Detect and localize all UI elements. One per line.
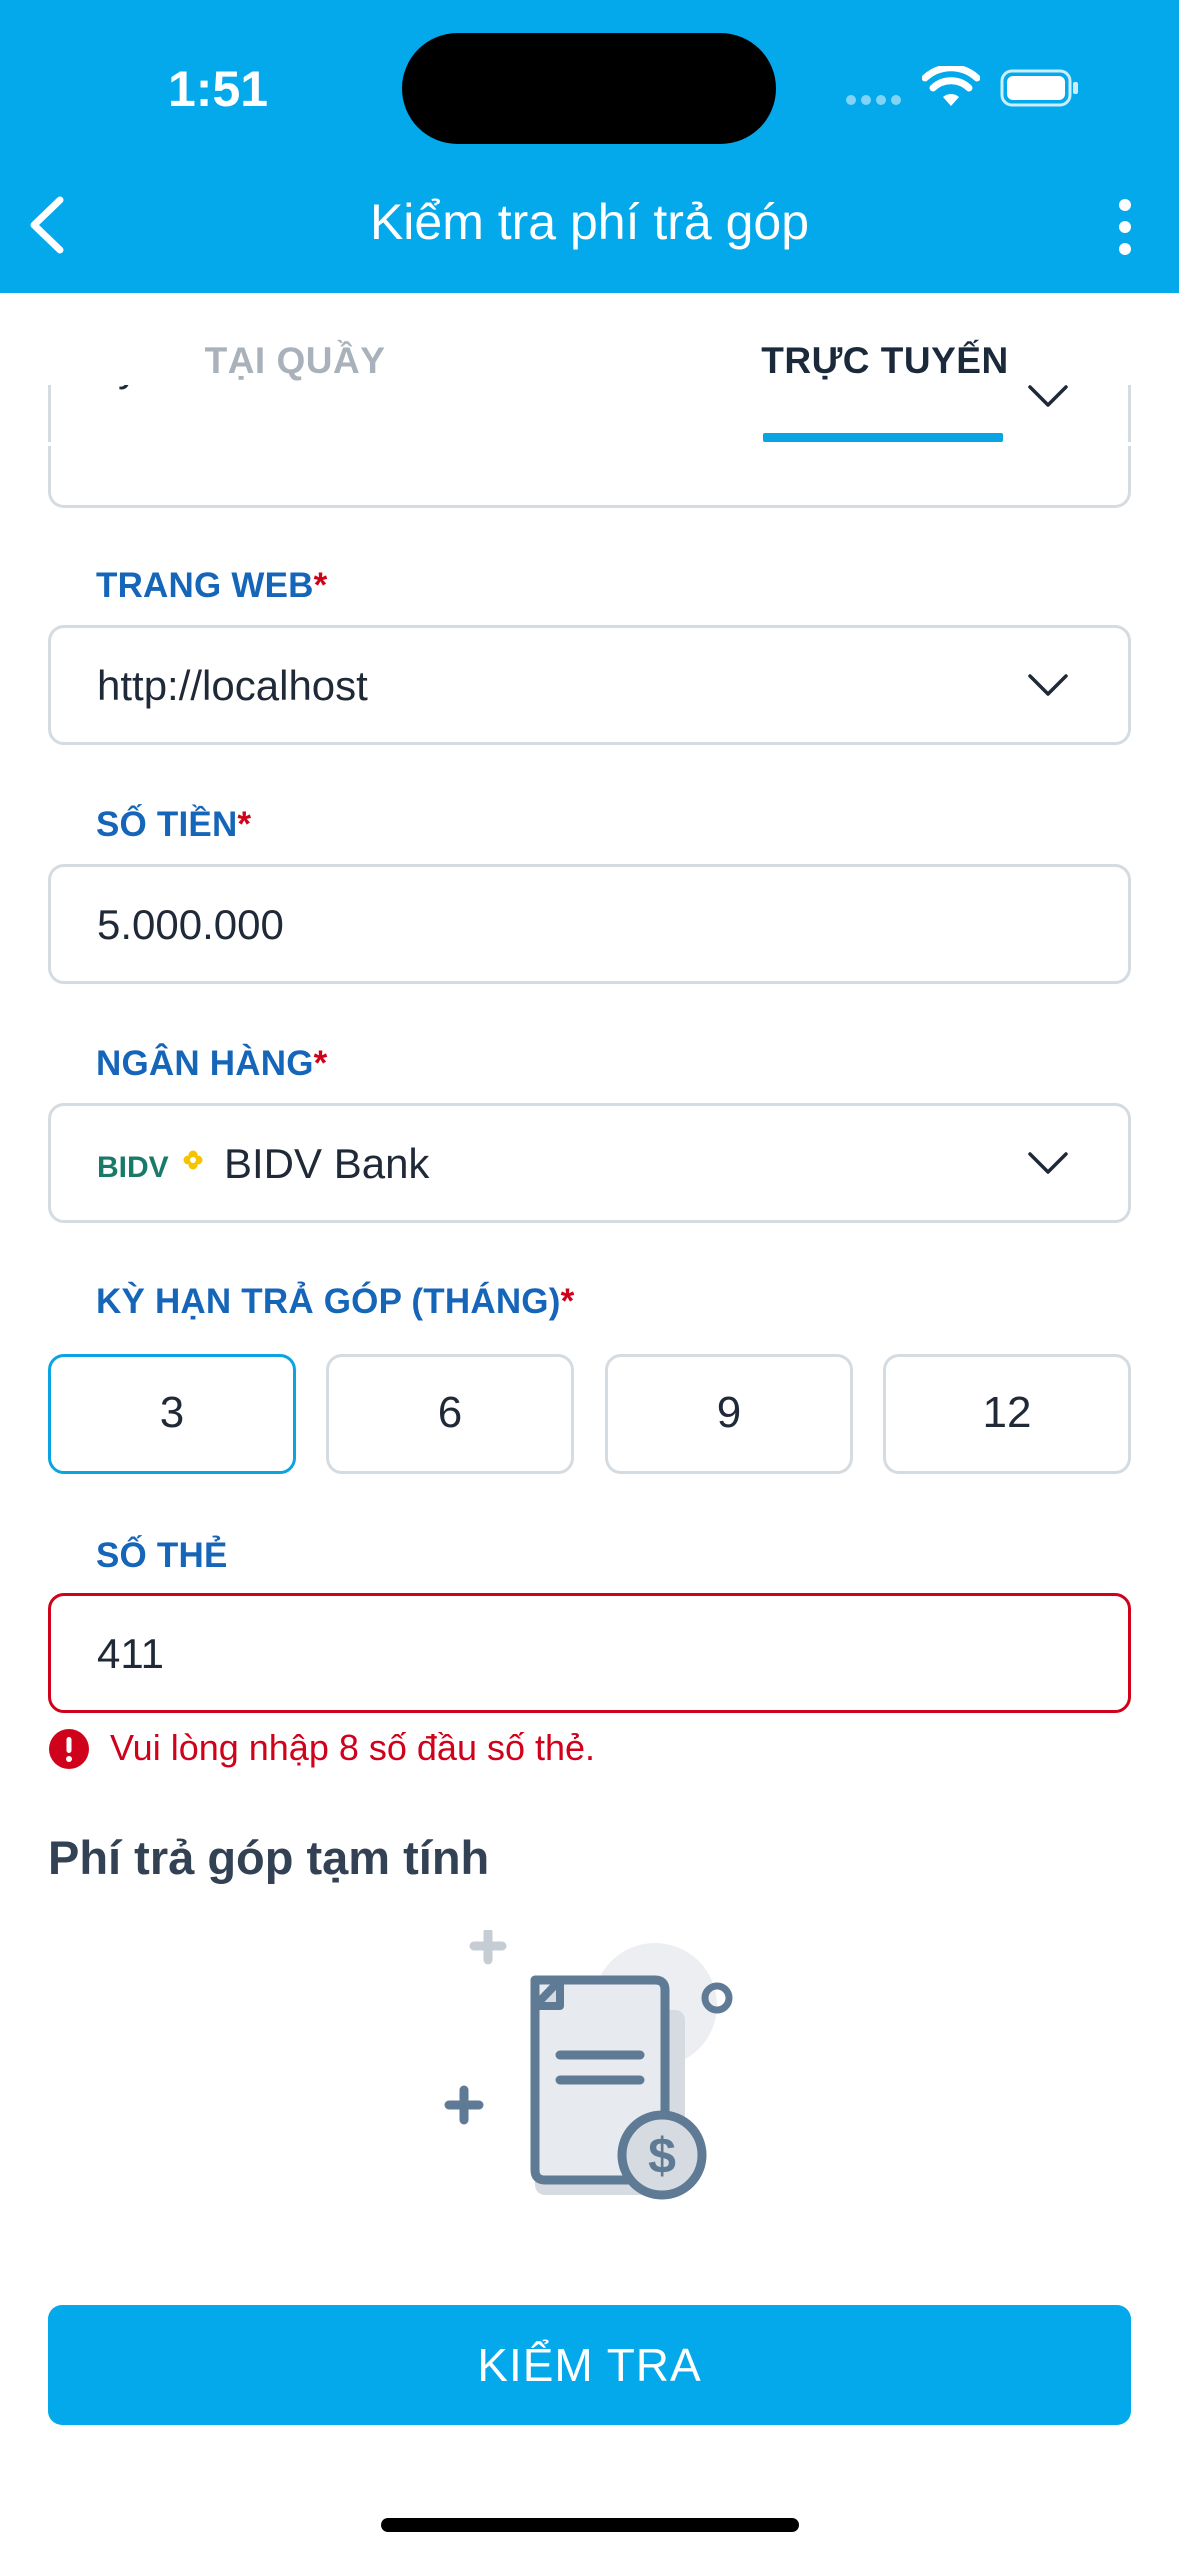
estimated-fee-title: Phí trả góp tạm tính <box>48 1831 490 1884</box>
website-select[interactable]: http://localhost <box>48 625 1131 745</box>
card-number-value: 411 <box>97 1630 164 1677</box>
term-option-12[interactable]: 12 <box>883 1354 1131 1474</box>
chevron-down-icon <box>1028 674 1068 696</box>
store-select-value: kymdan <box>97 385 244 391</box>
cellular-signal-icon <box>846 92 906 106</box>
amount-input[interactable]: 5.000.000 <box>48 864 1131 984</box>
tab-online[interactable]: TRỰC TUYẾN <box>750 340 1020 382</box>
page-title: Kiểm tra phí trả góp <box>369 194 810 250</box>
active-tab-indicator-overlay <box>763 433 1003 442</box>
chevron-down-icon <box>1028 1152 1068 1174</box>
dynamic-island <box>402 33 776 144</box>
chevron-down-icon <box>1028 385 1068 407</box>
website-label: TRANG WEB* <box>96 566 328 605</box>
term-option-6[interactable]: 6 <box>326 1354 574 1474</box>
term-option-9[interactable]: 9 <box>605 1354 853 1474</box>
scroll-mask <box>0 442 1179 446</box>
bank-select[interactable]: BIDV BIDV Bank <box>48 1103 1131 1223</box>
tab-counter[interactable]: TẠI QUẦY <box>190 340 400 382</box>
store-select[interactable]: kymdan <box>48 385 1131 508</box>
home-indicator <box>381 2518 799 2532</box>
amount-label: SỐ TIỀN* <box>96 805 252 844</box>
error-icon <box>49 1729 89 1769</box>
status-time: 1:51 <box>168 61 269 117</box>
battery-icon <box>1000 69 1078 107</box>
more-options-button[interactable] <box>1105 195 1145 259</box>
term-option-3[interactable]: 3 <box>48 1354 296 1474</box>
card-error-message: Vui lòng nhập 8 số đầu số thẻ. <box>110 1727 596 1768</box>
term-label: KỲ HẠN TRẢ GÓP (THÁNG)* <box>96 1282 575 1321</box>
svg-text:BIDV: BIDV <box>97 1151 169 1184</box>
check-button[interactable]: KIỂM TRA <box>48 2305 1131 2425</box>
invoice-dollar-icon: $ <box>444 1930 733 2200</box>
amount-value: 5.000.000 <box>97 901 284 948</box>
svg-text:$: $ <box>648 2128 676 2184</box>
bidv-logo: BIDV <box>97 1150 203 1184</box>
app-header: 1:51 Kiểm tra phí trả góp <box>0 0 1179 293</box>
bank-value: BIDV Bank <box>224 1140 430 1187</box>
bank-label: NGÂN HÀNG* <box>96 1044 328 1083</box>
wifi-icon <box>922 66 980 106</box>
website-value: http://localhost <box>97 662 368 709</box>
card-label: SỐ THẺ <box>96 1536 228 1575</box>
card-number-input[interactable]: 411 <box>48 1593 1131 1713</box>
